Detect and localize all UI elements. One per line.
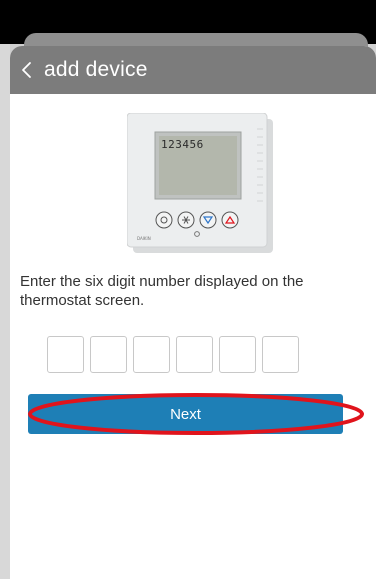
digit-input-5[interactable] xyxy=(219,336,256,373)
chevron-left-icon-svg xyxy=(22,62,31,78)
digit-input-3[interactable] xyxy=(133,336,170,373)
header-bar: add device xyxy=(10,46,376,94)
digit-input-6[interactable] xyxy=(262,336,299,373)
digit-input-2[interactable] xyxy=(90,336,127,373)
snowflake-icon xyxy=(177,211,195,229)
up-arrow-icon xyxy=(221,211,239,229)
next-button[interactable]: Next xyxy=(28,394,343,434)
brand-logo: DAIKIN xyxy=(137,236,151,241)
page-title: add device xyxy=(44,58,148,81)
background-left xyxy=(0,44,10,579)
code-input-group xyxy=(47,336,299,373)
down-arrow-icon xyxy=(199,211,217,229)
thermostat-code-display: 123456 xyxy=(161,138,204,151)
digit-input-4[interactable] xyxy=(176,336,213,373)
chevron-left-icon[interactable] xyxy=(10,46,44,94)
instruction-text: Enter the six digit number displayed on … xyxy=(20,273,304,309)
fan-icon xyxy=(155,211,173,229)
digit-input-1[interactable] xyxy=(47,336,84,373)
add-device-sheet: add device 123456 DAIKIN Enter the six d… xyxy=(10,46,376,579)
